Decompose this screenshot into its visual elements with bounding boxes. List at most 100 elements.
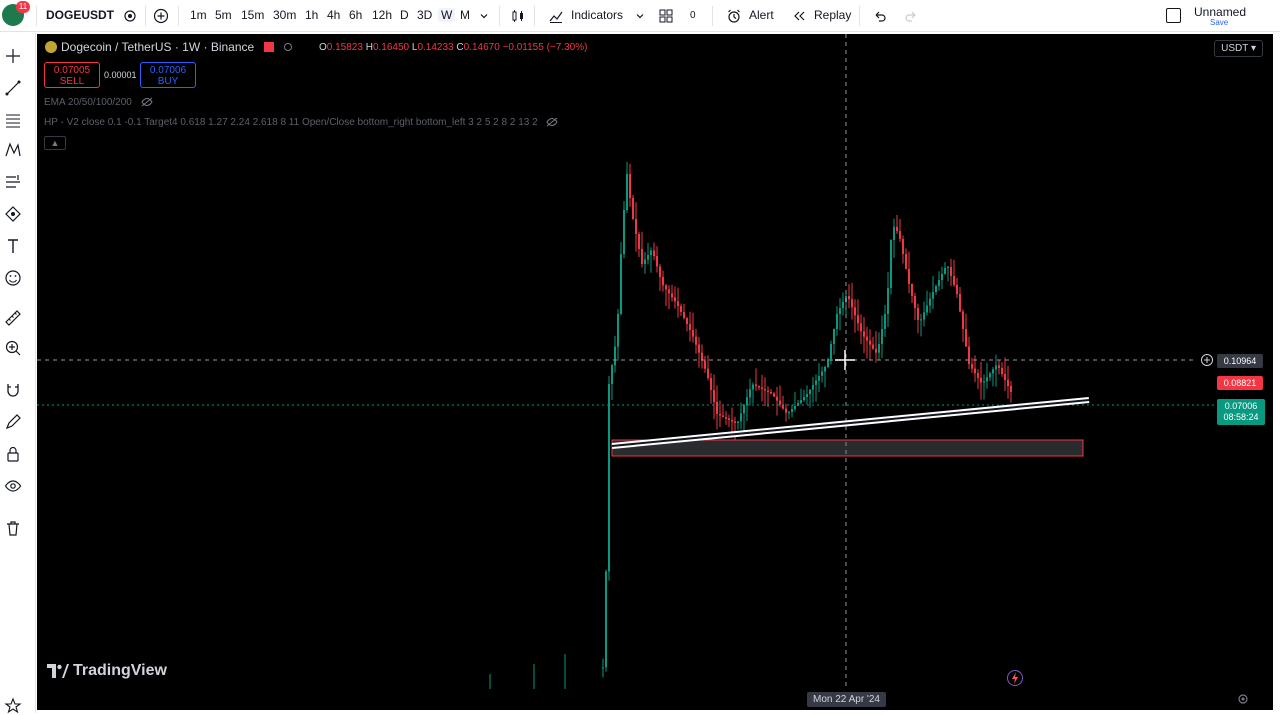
star-icon[interactable] (4, 697, 22, 715)
candle-body (911, 284, 913, 296)
alarm-clock-icon[interactable] (726, 8, 742, 24)
ruler-icon[interactable] (4, 309, 22, 327)
candle-body (779, 400, 781, 405)
symbol-search-button[interactable]: DOGEUSDT (46, 8, 114, 22)
layout-grid-icon[interactable] (658, 8, 674, 24)
last-price-label: 0.07006 08:58:24 (1217, 399, 1265, 425)
candle-body (776, 396, 778, 401)
support-zone-rectangle (611, 439, 1084, 457)
candle-body (665, 285, 667, 290)
redo-icon[interactable] (904, 9, 918, 23)
trend-line-icon[interactable] (4, 79, 22, 97)
eye-off-icon[interactable] (141, 97, 153, 107)
timeframe-w[interactable]: W (438, 8, 456, 22)
timeframe-3d[interactable]: 3D (417, 8, 432, 22)
replay-button[interactable]: Replay (814, 8, 851, 22)
candle-body (872, 344, 874, 349)
candle-body (764, 389, 766, 391)
notification-badge: 11 (16, 1, 30, 13)
timeframe-1m[interactable]: 1m (190, 8, 207, 22)
zoom-in-icon[interactable] (4, 339, 22, 357)
candle-body (770, 392, 772, 394)
candle-body (914, 296, 916, 308)
hp-indicator-legend[interactable]: HP - V2 close 0.1 -0.1 Target4 0.618 1.2… (44, 117, 559, 128)
lock-icon[interactable] (4, 445, 22, 463)
candle-body (896, 226, 898, 232)
candle-body (986, 377, 988, 382)
pattern-icon[interactable] (4, 141, 22, 159)
trash-icon[interactable] (4, 519, 22, 537)
undo-icon[interactable] (873, 9, 887, 23)
currency-selector[interactable]: USDT ▾ (1214, 40, 1263, 57)
tradingview-logo[interactable]: TradingView (47, 662, 167, 680)
candle-body (704, 360, 706, 369)
layout-checkbox[interactable] (1166, 8, 1181, 23)
compare-icon[interactable] (123, 9, 137, 23)
candle-body (737, 421, 739, 423)
candle-body (989, 373, 991, 378)
candle-body (719, 414, 721, 416)
timeframe-15m[interactable]: 15m (241, 8, 264, 22)
replay-icon[interactable] (792, 9, 806, 23)
pencil-lock-icon[interactable] (4, 413, 22, 431)
symbol-description: Dogecoin / TetherUS · 1W · Binance (61, 40, 255, 54)
add-symbol-icon[interactable] (153, 8, 169, 24)
candle-body (638, 234, 640, 249)
candle-body (935, 286, 937, 292)
data-status-icon (284, 43, 293, 51)
lightning-icon[interactable] (1006, 669, 1024, 687)
alert-button[interactable]: Alert (749, 8, 774, 22)
candle-body (731, 420, 733, 422)
settings-gear-icon[interactable] (1237, 693, 1249, 705)
price-chart-canvas[interactable] (37, 34, 1273, 710)
candle-body (848, 296, 850, 300)
ema-indicator-legend[interactable]: EMA 20/50/100/200 (44, 97, 153, 108)
eye-off-icon[interactable] (546, 117, 559, 127)
candle-body (950, 267, 952, 276)
timeframe-4h[interactable]: 4h (327, 8, 340, 22)
chart-legend-title[interactable]: Dogecoin / TetherUS · 1W · Binance (45, 40, 293, 54)
indicators-button[interactable]: Indicators (571, 8, 623, 22)
emoji-icon[interactable] (4, 269, 22, 287)
candle-body (869, 340, 871, 345)
save-button[interactable]: Save (1210, 18, 1228, 27)
candle-body (674, 297, 676, 302)
spread-value: 0.00001 (104, 70, 137, 80)
candle-body (836, 314, 838, 329)
crosshair-icon[interactable] (4, 47, 22, 65)
chevron-down-icon[interactable] (479, 11, 489, 21)
candle-body (818, 376, 820, 381)
collapse-legend-button[interactable]: ▲ (44, 136, 66, 150)
sell-button[interactable]: 0.07005 SELL (44, 62, 100, 88)
brush-icon[interactable] (4, 205, 22, 223)
candle-body (815, 380, 817, 385)
timeframe-6h[interactable]: 6h (349, 8, 362, 22)
crosshair-price-label: 0.10964 (1217, 354, 1263, 368)
add-alert-plus-icon[interactable] (1200, 353, 1214, 367)
candle-body (947, 267, 949, 268)
candle-body (860, 323, 862, 332)
candle-body (683, 312, 685, 318)
text-icon[interactable] (4, 237, 22, 255)
eye-icon[interactable] (4, 477, 22, 495)
timeframe-12h[interactable]: 12h (372, 8, 392, 22)
candle-body (671, 293, 673, 298)
candle-body (641, 249, 643, 264)
chart-pane[interactable]: Dogecoin / TetherUS · 1W · Binance O0.15… (37, 34, 1273, 710)
market-status-icon (264, 42, 275, 52)
indicators-icon[interactable] (548, 8, 564, 24)
buy-button[interactable]: 0.07006 BUY (140, 62, 196, 88)
chevron-down-icon[interactable] (635, 11, 645, 21)
timeframe-30m[interactable]: 30m (273, 8, 296, 22)
fib-retracement-icon[interactable] (4, 111, 22, 129)
timeframe-m[interactable]: M (460, 8, 470, 22)
timeframe-d[interactable]: D (400, 8, 409, 22)
layout-name[interactable]: Unnamed (1194, 5, 1246, 19)
timeframe-5m[interactable]: 5m (215, 8, 232, 22)
timeframe-1h[interactable]: 1h (305, 8, 318, 22)
candle-body (620, 254, 622, 314)
magnet-icon[interactable] (4, 381, 22, 399)
candles-icon[interactable] (510, 8, 526, 24)
candle-body (842, 302, 844, 308)
prediction-icon[interactable] (4, 173, 22, 191)
